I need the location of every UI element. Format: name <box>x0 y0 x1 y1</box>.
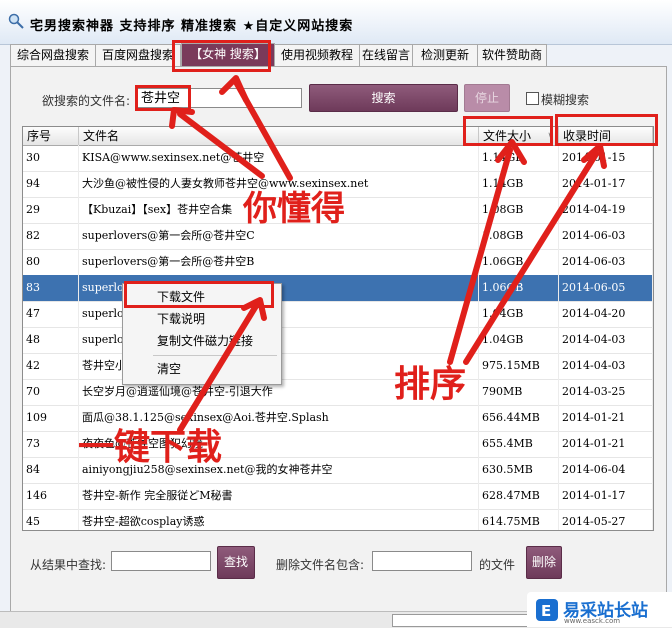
annotation-arrows <box>169 75 607 433</box>
svg-text:E: E <box>541 602 551 620</box>
watermark-subtext: www.easck.com <box>564 617 621 625</box>
annotation-one-click-download: 一键下载 <box>78 427 223 468</box>
annotation-understand: 你懂得 <box>243 189 345 229</box>
annotation-sort: 排序 <box>394 364 467 405</box>
watermark: E 易采站长站 www.easck.com <box>527 592 672 627</box>
logo-icon: E <box>536 599 558 621</box>
